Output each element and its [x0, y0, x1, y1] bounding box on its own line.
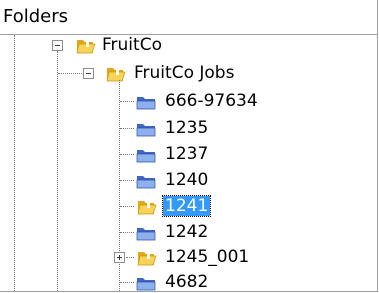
tree-node-fruitco-jobs[interactable]: FruitCo Jobs: [132, 63, 236, 83]
folder-blue-icon: [136, 176, 156, 189]
fruitco-jobs-collapse-toggle[interactable]: [83, 68, 94, 79]
tree-node-item[interactable]: 1235: [163, 118, 210, 138]
tree-connector: [120, 282, 134, 283]
folder-open-yellow-icon: [106, 66, 126, 82]
folder-blue-icon: [136, 228, 156, 241]
tree-node-item[interactable]: 1237: [163, 144, 210, 164]
tree-node-item[interactable]: 666-97634: [163, 91, 260, 111]
tree-connector: [120, 128, 134, 129]
folder-blue-icon: [136, 150, 156, 163]
folder-open-yellow-icon: [137, 250, 157, 266]
tree-node-item[interactable]: 1245_001: [163, 247, 251, 267]
tree-connector: [120, 101, 134, 102]
folders-panel: Folders FruitCo FruitCo Jobs 666-97634 1…: [0, 0, 378, 292]
folder-open-yellow-icon: [76, 38, 96, 54]
tree-node-item-selected[interactable]: 1241: [161, 195, 212, 217]
folder-blue-icon: [136, 97, 156, 110]
folders-title: Folders: [3, 6, 69, 27]
folder-blue-icon: [136, 124, 156, 137]
tree-node-item[interactable]: 4682: [163, 272, 210, 292]
tree-connector: [57, 51, 58, 291]
tree-connector: [120, 154, 134, 155]
folders-header: Folders: [0, 0, 377, 35]
tree-connector: [120, 232, 134, 233]
folder-tree[interactable]: FruitCo FruitCo Jobs 666-97634 1235 1237…: [0, 35, 377, 292]
fruitco-collapse-toggle[interactable]: [52, 40, 63, 51]
tree-node-item[interactable]: 1242: [163, 222, 210, 242]
tree-connector: [120, 180, 134, 181]
folder-blue-icon: [136, 278, 156, 291]
folder-open-yellow-icon: [137, 199, 157, 215]
tree-node-fruitco[interactable]: FruitCo: [100, 35, 164, 55]
tree-connector: [126, 257, 134, 258]
item-1245-001-expand-toggle[interactable]: [114, 252, 125, 263]
tree-connector: [58, 73, 82, 74]
tree-node-item[interactable]: 1240: [163, 170, 210, 190]
tree-connector: [120, 206, 134, 207]
tree-guide-line: [14, 35, 15, 291]
